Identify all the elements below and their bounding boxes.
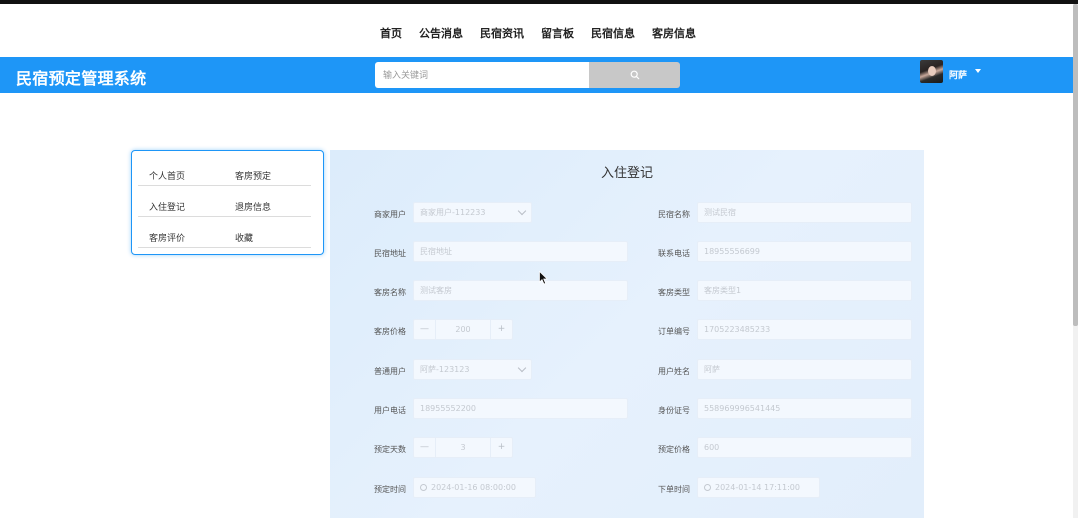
search-button[interactable] [589, 62, 680, 88]
menu-item-check-in[interactable]: 入住登记 [149, 200, 185, 213]
merchant-user-select[interactable]: 商家用户-112233 [413, 202, 532, 223]
room-price-stepper[interactable]: — 200 + [413, 319, 513, 340]
search-input[interactable] [375, 62, 589, 88]
decrement-button[interactable]: — [414, 438, 436, 457]
menu-item-check-out[interactable]: 退房信息 [235, 200, 271, 213]
id-number-field[interactable]: 558969996541445 [697, 398, 912, 419]
label-room-type: 客房类型 [658, 288, 690, 297]
menu-row: 入住登记 退房信息 [138, 186, 311, 217]
label-booking-days: 预定天数 [374, 445, 406, 454]
brand-title: 民宿预定管理系统 [16, 69, 147, 88]
booking-price-field[interactable]: 600 [697, 437, 912, 458]
menu-row: 客房评价 收藏 [138, 217, 311, 248]
order-time-picker[interactable]: 2024-01-14 17:11:00 [697, 477, 820, 498]
label-regular-user: 普通用户 [374, 367, 406, 376]
label-room-price: 客房价格 [374, 327, 406, 336]
increment-button[interactable]: + [490, 320, 512, 339]
regular-user-select[interactable]: 阿萨-123123 [413, 359, 532, 380]
top-nav: 首页 公告消息 民宿资讯 留言板 民宿信息 客房信息 [380, 25, 713, 41]
menu-item-favorites[interactable]: 收藏 [235, 231, 253, 244]
room-type-field[interactable]: 客房类型1 [697, 280, 912, 301]
form-title: 入住登记 [600, 166, 653, 181]
clock-icon [420, 484, 427, 491]
user-side-menu: 个人首页 客房预定 入住登记 退房信息 客房评价 收藏 [131, 150, 324, 255]
booking-days-value[interactable]: 3 [436, 438, 490, 457]
booking-days-stepper[interactable]: — 3 + [413, 437, 513, 458]
homestay-address-field[interactable]: 民宿地址 [413, 241, 628, 262]
menu-item-room-booking[interactable]: 客房预定 [235, 169, 271, 182]
nav-announcements[interactable]: 公告消息 [419, 25, 463, 41]
username[interactable]: 阿萨 [949, 68, 967, 81]
search-icon [630, 70, 639, 80]
chevron-down-icon [517, 363, 527, 373]
avatar[interactable] [920, 60, 943, 83]
room-name-field[interactable]: 测试客房 [413, 280, 628, 301]
mouse-cursor-icon [539, 271, 549, 285]
decrement-button[interactable]: — [414, 320, 436, 339]
nav-homestay-info[interactable]: 民宿信息 [591, 25, 635, 41]
nav-room-info[interactable]: 客房信息 [652, 25, 696, 41]
menu-item-personal-home[interactable]: 个人首页 [149, 169, 185, 182]
label-booking-time: 预定时间 [374, 485, 406, 494]
chevron-down-icon [517, 206, 527, 216]
label-homestay-address: 民宿地址 [374, 249, 406, 258]
scrollbar-thumb[interactable] [1073, 4, 1078, 326]
user-name-field[interactable]: 阿萨 [697, 359, 912, 380]
room-price-value[interactable]: 200 [436, 320, 490, 339]
order-number-field[interactable]: 1705223485233 [697, 319, 912, 340]
chevron-down-icon[interactable] [975, 69, 981, 73]
label-user-phone: 用户电话 [374, 406, 406, 415]
nav-homestay-news[interactable]: 民宿资讯 [480, 25, 524, 41]
nav-message-board[interactable]: 留言板 [541, 25, 574, 41]
label-user-name: 用户姓名 [658, 367, 690, 376]
menu-item-room-review[interactable]: 客房评价 [149, 231, 185, 244]
label-merchant-user: 商家用户 [374, 210, 406, 219]
booking-time-picker[interactable]: 2024-01-16 08:00:00 [413, 477, 536, 498]
label-booking-price: 预定价格 [658, 445, 690, 454]
label-id-number: 身份证号 [658, 406, 690, 415]
label-order-time: 下单时间 [658, 485, 690, 494]
label-room-name: 客房名称 [374, 288, 406, 297]
label-order-number: 订单编号 [658, 327, 690, 336]
clock-icon [704, 484, 711, 491]
label-contact-phone: 联系电话 [658, 249, 690, 258]
page-scrollbar[interactable] [1073, 4, 1078, 518]
nav-home[interactable]: 首页 [380, 25, 402, 41]
check-in-form-panel: 入住登记 商家用户 商家用户-112233 民宿名称 测试民宿 民宿地址 民宿地… [330, 150, 924, 518]
contact-phone-field[interactable]: 18955556699 [697, 241, 912, 262]
user-phone-field[interactable]: 18955552200 [413, 398, 628, 419]
menu-row: 个人首页 客房预定 [138, 155, 311, 186]
header-bar: 民宿预定管理系统 阿萨 [0, 57, 1073, 93]
window-top-border [0, 0, 1078, 4]
homestay-name-field[interactable]: 测试民宿 [697, 202, 912, 223]
label-homestay-name: 民宿名称 [658, 210, 690, 219]
increment-button[interactable]: + [490, 438, 512, 457]
